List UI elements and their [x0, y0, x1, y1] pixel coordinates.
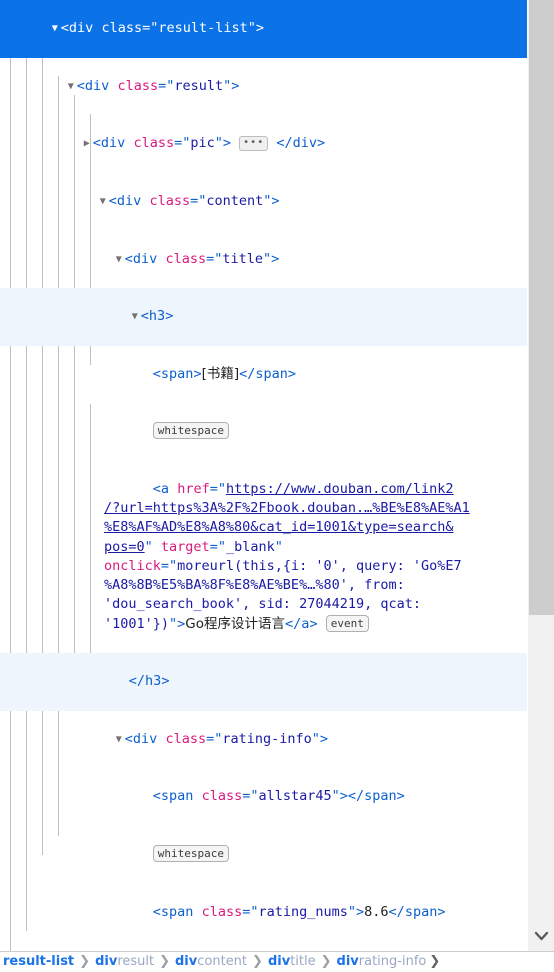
breadcrumb-node-name: div [175, 954, 198, 970]
text-node: [书籍] [201, 365, 240, 382]
breadcrumb-node-name: div [95, 954, 118, 970]
attr-value: content [206, 193, 264, 210]
twisty-expanded-icon[interactable]: ▼ [49, 19, 61, 38]
tag-name: a [160, 481, 170, 498]
scroll-down-chevron-icon[interactable] [528, 930, 554, 945]
whitespace-badge: whitespace [152, 844, 230, 862]
tag-name: div [100, 135, 126, 152]
breadcrumb-item-result-list[interactable]: result-list [2, 952, 75, 971]
breadcrumb-node-class: result [117, 954, 155, 970]
collapsed-children-icon[interactable]: ••• [239, 136, 269, 152]
attr-value: allstar45 [258, 788, 332, 805]
tag-name: div [132, 730, 158, 747]
attr-value-onclick-part3: 'dou_search_book', sid: 27044219, qcat: [104, 596, 421, 613]
breadcrumb-node-class: rating-info [358, 954, 427, 970]
tag-name: span [404, 903, 438, 920]
tag-name: div [68, 20, 94, 37]
attr-name-onclick: onclick [104, 557, 161, 574]
dom-node-allstar45[interactable]: <span class="allstar45"></span> [0, 768, 527, 826]
devtools-elements-panel: ▼ <div class="result-list"> ▼ <div class="… [0, 0, 554, 972]
breadcrumb-item-div-content[interactable]: divcontent [174, 952, 248, 971]
tag-name: span [160, 365, 194, 382]
breadcrumb-node-name: div [336, 954, 359, 970]
text-node-rating: 8.6 [364, 903, 389, 920]
attr-name: class [201, 788, 243, 805]
attr-value-onclick-part4: '1001'}) [104, 615, 170, 632]
attr-value: rating-info [222, 730, 312, 747]
attr-value: title [222, 250, 263, 267]
attr-name: class [117, 77, 159, 94]
attr-value-href-line3[interactable]: %E8%AF%AD%E8%A8%80&cat_id=1001&type=sear… [104, 519, 454, 535]
attr-name-href: href [177, 481, 210, 498]
dom-node-title[interactable]: ▼ <div class="title"> [0, 230, 527, 288]
tag-name: span [160, 788, 194, 805]
tag-name: span [160, 903, 194, 920]
tag-name: span [255, 365, 288, 382]
dom-tree-view[interactable]: ▼ <div class="result-list"> ▼ <div class="… [0, 0, 527, 951]
twisty-expanded-icon[interactable]: ▼ [113, 730, 125, 749]
anchor-text: Go程序设计语言 [185, 615, 286, 632]
dom-node-span-book-tag[interactable]: <span>[书籍]</span> [0, 346, 527, 404]
vertical-scrollbar[interactable] [527, 0, 554, 951]
dom-node-whitespace[interactable]: whitespace [0, 941, 527, 951]
attr-name-target: target [160, 538, 210, 555]
event-badge[interactable]: event [325, 614, 369, 632]
attr-value: result-list [158, 20, 248, 37]
dom-node-content[interactable]: ▼ <div class="content"> [0, 173, 527, 231]
attr-value-target: _blank [225, 538, 275, 555]
attr-value: result [174, 77, 224, 94]
attr-value: pic [190, 135, 215, 152]
attr-value-onclick-part1: moreurl(this,{i: '0', query: 'Go%E7 [177, 557, 462, 574]
breadcrumb-node-name: result-list [3, 954, 75, 970]
twisty-expanded-icon[interactable]: ▼ [113, 250, 125, 269]
breadcrumb-separator-icon: ❯ [252, 954, 263, 970]
tag-name: div [132, 250, 158, 267]
breadcrumb-separator-icon: ❯ [79, 954, 91, 970]
dom-node-result[interactable]: ▼ <div class="result"> [0, 58, 527, 116]
dom-node-rating-nums[interactable]: <span class="rating_nums">8.6</span> [0, 883, 527, 941]
attr-name: class [149, 193, 191, 210]
scrollbar-thumb[interactable] [529, 0, 554, 615]
breadcrumb-node-name: div [267, 954, 291, 970]
dom-node-pic[interactable]: ▶ <div class="pic"> ••• </div> [0, 115, 527, 173]
tag-name: h3 [145, 673, 162, 690]
breadcrumb-overflow-chevron-icon[interactable]: ❯ [427, 952, 440, 971]
twisty-collapsed-icon[interactable]: ▶ [81, 134, 93, 153]
breadcrumb-item-div-rating-info[interactable]: divrating-info [336, 952, 428, 971]
dom-node-whitespace[interactable]: whitespace [0, 403, 527, 461]
dom-node-anchor[interactable]: <a href="https://www.douban.com/link2/?u… [0, 461, 527, 653]
dom-node-h3-close[interactable]: </h3> [0, 652, 527, 711]
dom-node-result-list[interactable]: ▼ <div class="result-list"> [0, 0, 527, 58]
tag-name: div [116, 193, 142, 210]
attr-value-href-line4[interactable]: pos=0 [104, 539, 145, 555]
tag-name: span [364, 788, 397, 805]
twisty-expanded-icon[interactable]: ▼ [97, 192, 109, 211]
breadcrumb-node-class: title [290, 954, 316, 970]
breadcrumb-item-div-result[interactable]: divresult [94, 952, 155, 971]
twisty-expanded-icon[interactable]: ▼ [65, 77, 77, 96]
dom-node-whitespace[interactable]: whitespace [0, 826, 527, 884]
tag-name: div [292, 135, 318, 152]
breadcrumb-separator-icon: ❯ [159, 954, 170, 970]
breadcrumb-node-class: content [197, 954, 248, 970]
dom-node-h3-open[interactable]: ▼ <h3> [0, 288, 527, 346]
attr-value-href-line2[interactable]: /?url=https%3A%2F%2Fbook.douban.…%BE%E8%… [104, 500, 470, 516]
breadcrumb-item-div-title[interactable]: divtitle [267, 952, 317, 971]
tag-name: h3 [148, 308, 166, 325]
breadcrumb-separator-icon: ❯ [320, 954, 332, 970]
breadcrumb[interactable]: result-list ❯ divresult ❯ divcontent ❯ d… [0, 951, 554, 972]
attr-name: class [165, 730, 207, 747]
attr-name: class [201, 903, 243, 920]
attr-name: class [133, 135, 175, 152]
attr-name: class [165, 250, 207, 267]
dom-node-rating-info[interactable]: ▼ <div class="rating-info"> [0, 711, 527, 769]
attr-value-href-line1[interactable]: https://www.douban.com/link2 [226, 481, 454, 497]
tag-name: div [84, 77, 110, 94]
whitespace-badge: whitespace [152, 422, 230, 440]
twisty-expanded-icon[interactable]: ▼ [129, 307, 141, 326]
attr-value-onclick-part2: %A8%8B%E5%BA%8F%E8%AE%BE%…%80', from: [104, 577, 405, 594]
attr-value: rating_nums [258, 903, 348, 920]
attr-name: class [101, 20, 143, 37]
